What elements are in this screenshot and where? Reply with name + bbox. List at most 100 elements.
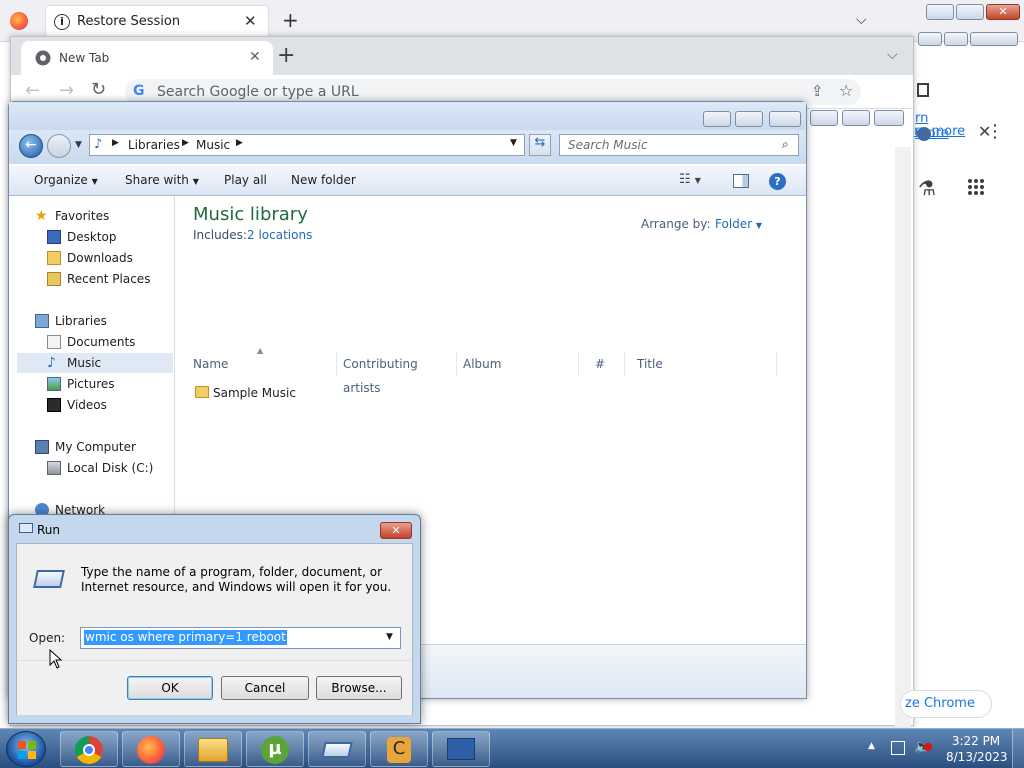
side-panel-icon[interactable]	[917, 83, 929, 97]
tab-search-chevron-icon[interactable]: ⌵	[887, 47, 898, 63]
music-note-icon: ♪	[94, 137, 103, 152]
firefox-tab-title: Restore Session	[77, 14, 181, 29]
explorer-close-button[interactable]	[769, 111, 801, 127]
open-combobox[interactable]: wmic os where primary=1 reboot ▼	[80, 627, 401, 649]
cancel-button[interactable]: Cancel	[221, 676, 309, 700]
explorer-titlebar[interactable]	[9, 102, 806, 132]
run-title: Run	[37, 523, 61, 537]
open-dropdown-icon[interactable]: ▼	[386, 632, 393, 642]
chrome-tab[interactable]: New Tab ✕	[21, 41, 273, 75]
close-tab-icon[interactable]: ✕	[249, 49, 261, 65]
open-input-value[interactable]: wmic os where primary=1 reboot	[84, 630, 287, 645]
run-close-button[interactable]: ✕	[380, 522, 412, 539]
computer-icon	[35, 440, 49, 454]
browse-button[interactable]: Browse...	[316, 676, 402, 700]
chrome-close-button[interactable]	[970, 32, 1018, 46]
breadcrumb-libraries[interactable]: Libraries	[128, 138, 180, 152]
computer-network-icon	[447, 738, 475, 760]
list-item[interactable]: Sample Music	[193, 383, 413, 403]
column-album[interactable]: Album	[457, 352, 579, 376]
address-dropdown-icon[interactable]: ▼	[510, 138, 517, 148]
breadcrumb-music[interactable]: Music	[196, 138, 230, 152]
muted-badge-icon	[924, 743, 932, 751]
show-desktop-button[interactable]	[1012, 729, 1024, 768]
play-all-button[interactable]: Play all	[224, 173, 267, 187]
close-tab-icon[interactable]: ✕	[244, 12, 257, 30]
new-folder-button[interactable]: New folder	[291, 173, 356, 187]
column-name[interactable]: Name	[187, 352, 337, 376]
windows-logo-icon	[18, 741, 36, 759]
breadcrumb-separator-icon[interactable]: ▶	[112, 138, 119, 148]
column-headers: Name ▲ Contributing artists Album # Titl…	[187, 346, 787, 395]
chrome-scrollbar[interactable]	[895, 147, 911, 727]
list-tabs-chevron-icon[interactable]: ⌵	[856, 12, 867, 28]
start-button[interactable]	[6, 731, 46, 767]
taskbar-clock[interactable]: 3:22 PM 8/13/2023	[946, 733, 1008, 765]
labs-flask-icon[interactable]: ⚗	[918, 176, 936, 200]
firefox-maximize-button[interactable]	[956, 4, 984, 20]
network-tray-icon[interactable]	[891, 741, 905, 755]
ok-button[interactable]: OK	[127, 676, 213, 700]
taskbar-firefox-button[interactable]	[122, 731, 180, 767]
recent-pages-chevron-icon[interactable]: ▼	[75, 140, 82, 150]
column-contributing-artists[interactable]: Contributing artists	[337, 352, 457, 395]
chrome-minimize-button[interactable]	[918, 32, 942, 46]
share-icon[interactable]: ⇪	[811, 82, 824, 100]
breadcrumb-separator-icon[interactable]: ▶	[182, 138, 189, 148]
help-icon[interactable]: ?	[769, 173, 786, 190]
downloads-folder-icon	[47, 251, 61, 265]
back-button-icon[interactable]: ←	[19, 134, 43, 158]
explorer-minimize-button[interactable]	[703, 111, 731, 127]
bookmark-star-icon[interactable]: ☆	[839, 81, 853, 100]
arrange-by-label: Arrange by:	[641, 217, 711, 231]
run-button-bar: OK Cancel Browse...	[17, 660, 412, 715]
organize-button[interactable]: Organize ▼	[34, 173, 98, 187]
explorer-maximize-button[interactable]	[735, 111, 763, 127]
maximize-button[interactable]	[842, 110, 870, 126]
close-promo-icon[interactable]: ✕	[978, 122, 991, 141]
new-tab-plus-icon[interactable]: +	[277, 43, 295, 68]
includes-locations-link[interactable]: 2 locations	[247, 228, 312, 242]
customize-chrome-label: ze Chrome	[905, 696, 975, 711]
firefox-close-button[interactable]: ✕	[986, 4, 1020, 20]
show-hidden-icons-icon[interactable]: ▲	[868, 741, 875, 751]
taskbar-network-button[interactable]	[432, 731, 490, 767]
breadcrumb-separator-icon[interactable]: ▶	[236, 138, 243, 148]
chrome-maximize-button[interactable]	[944, 32, 968, 46]
reload-icon[interactable]: ↻	[91, 79, 106, 100]
taskbar-utorrent-button[interactable]: µ	[246, 731, 304, 767]
run-title-icon	[19, 523, 33, 533]
search-placeholder: Search Music	[568, 138, 648, 152]
search-music-input[interactable]: Search Music ⌕	[559, 134, 799, 156]
column-title[interactable]: Title	[631, 352, 777, 376]
taskbar-explorer-button[interactable]	[184, 731, 242, 767]
firefox-minimize-button[interactable]	[926, 4, 954, 20]
learn-more-link[interactable]: rn more	[914, 124, 965, 139]
back-arrow-icon[interactable]: ←	[25, 80, 40, 101]
forward-arrow-icon[interactable]: →	[59, 80, 74, 101]
run-dialog-body: Type the name of a program, folder, docu…	[16, 543, 413, 715]
minimize-button[interactable]	[810, 110, 838, 126]
nav-music-selected[interactable]: ♪ Music	[17, 353, 173, 373]
search-icon[interactable]: ⌕	[782, 137, 789, 152]
forward-button-icon[interactable]	[47, 134, 71, 158]
apps-grid-icon[interactable]	[967, 178, 985, 196]
taskbar-chrome-button[interactable]	[60, 731, 118, 767]
breadcrumb[interactable]: ♪ ▶ Libraries ▶ Music ▶ ▼	[89, 134, 525, 156]
refresh-icon[interactable]: ⇆	[529, 134, 551, 156]
arrange-by-dropdown[interactable]: Folder ▼	[715, 217, 762, 231]
share-with-button[interactable]: Share with ▼	[125, 173, 199, 187]
new-tab-plus-icon[interactable]: +	[282, 8, 299, 32]
firefox-tab[interactable]: i Restore Session ✕	[46, 6, 268, 38]
taskbar-app-c-button[interactable]: C	[370, 731, 428, 767]
google-g-icon: G	[133, 83, 145, 99]
taskbar-run-button[interactable]	[308, 731, 366, 767]
chrome-window-controls	[918, 30, 1022, 50]
c-app-icon: C	[387, 737, 411, 763]
firefox-logo-icon[interactable]	[10, 12, 28, 30]
customize-chrome-button[interactable]: ze Chrome	[900, 690, 992, 718]
column-track-number[interactable]: #	[589, 352, 625, 376]
view-options-icon[interactable]: ☷ ▼	[679, 172, 701, 187]
close-button[interactable]	[874, 110, 904, 126]
preview-pane-icon[interactable]	[733, 174, 749, 188]
